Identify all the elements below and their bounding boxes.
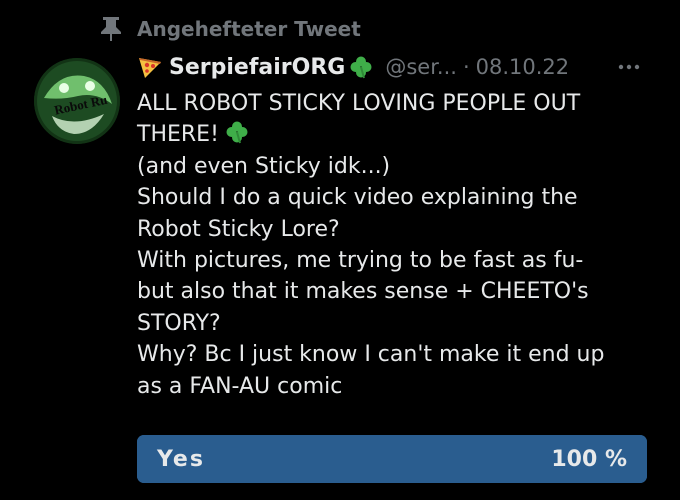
poll-option-yes[interactable]: Yes 100 % [137, 435, 647, 483]
tweet-line: Why? Bc I just know I can't make it end … [137, 342, 605, 368]
tweet-line: ALL ROBOT STICKY LOVING PEOPLE OUT [137, 91, 581, 116]
display-name[interactable]: SerpiefairORG [169, 55, 345, 80]
tweet-line: Robot Sticky Lore? [137, 216, 340, 242]
clover-icon [225, 120, 249, 144]
separator-dot: · [462, 55, 470, 79]
pin-icon [96, 14, 126, 44]
poll-percentage: 100 % [551, 446, 627, 472]
tweet-line: With pictures, me trying to be fast as f… [137, 248, 584, 274]
pizza-icon [137, 54, 163, 80]
tweet-line: Should I do a quick video explaining the [137, 185, 578, 211]
tweet-header: SerpiefairORG @ser... · 08.10.22 [137, 50, 640, 84]
avatar[interactable]: Robot Ru [34, 58, 120, 144]
clover-icon [349, 55, 373, 79]
tweet-line-text: THERE! [137, 122, 219, 148]
poll-option-label: Yes [157, 446, 205, 472]
tweet-line: as a FAN-AU comic [137, 373, 343, 399]
user-handle[interactable]: @ser... [385, 55, 457, 79]
tweet-line: but also that it makes sense + CHEETO's [137, 279, 589, 305]
tweet-line: STORY? [137, 310, 221, 336]
pinned-tweet-indicator: Angehefteter Tweet [96, 14, 361, 44]
tweet-text: ALL ROBOT STICKY LOVING PEOPLE OUT THERE… [137, 88, 657, 402]
more-options-icon[interactable] [612, 50, 646, 84]
pinned-label: Angehefteter Tweet [137, 17, 361, 41]
tweet-line: THERE! [137, 119, 657, 150]
tweet-line: (and even Sticky idk...) [137, 153, 391, 179]
tweet-date[interactable]: 08.10.22 [476, 55, 570, 79]
